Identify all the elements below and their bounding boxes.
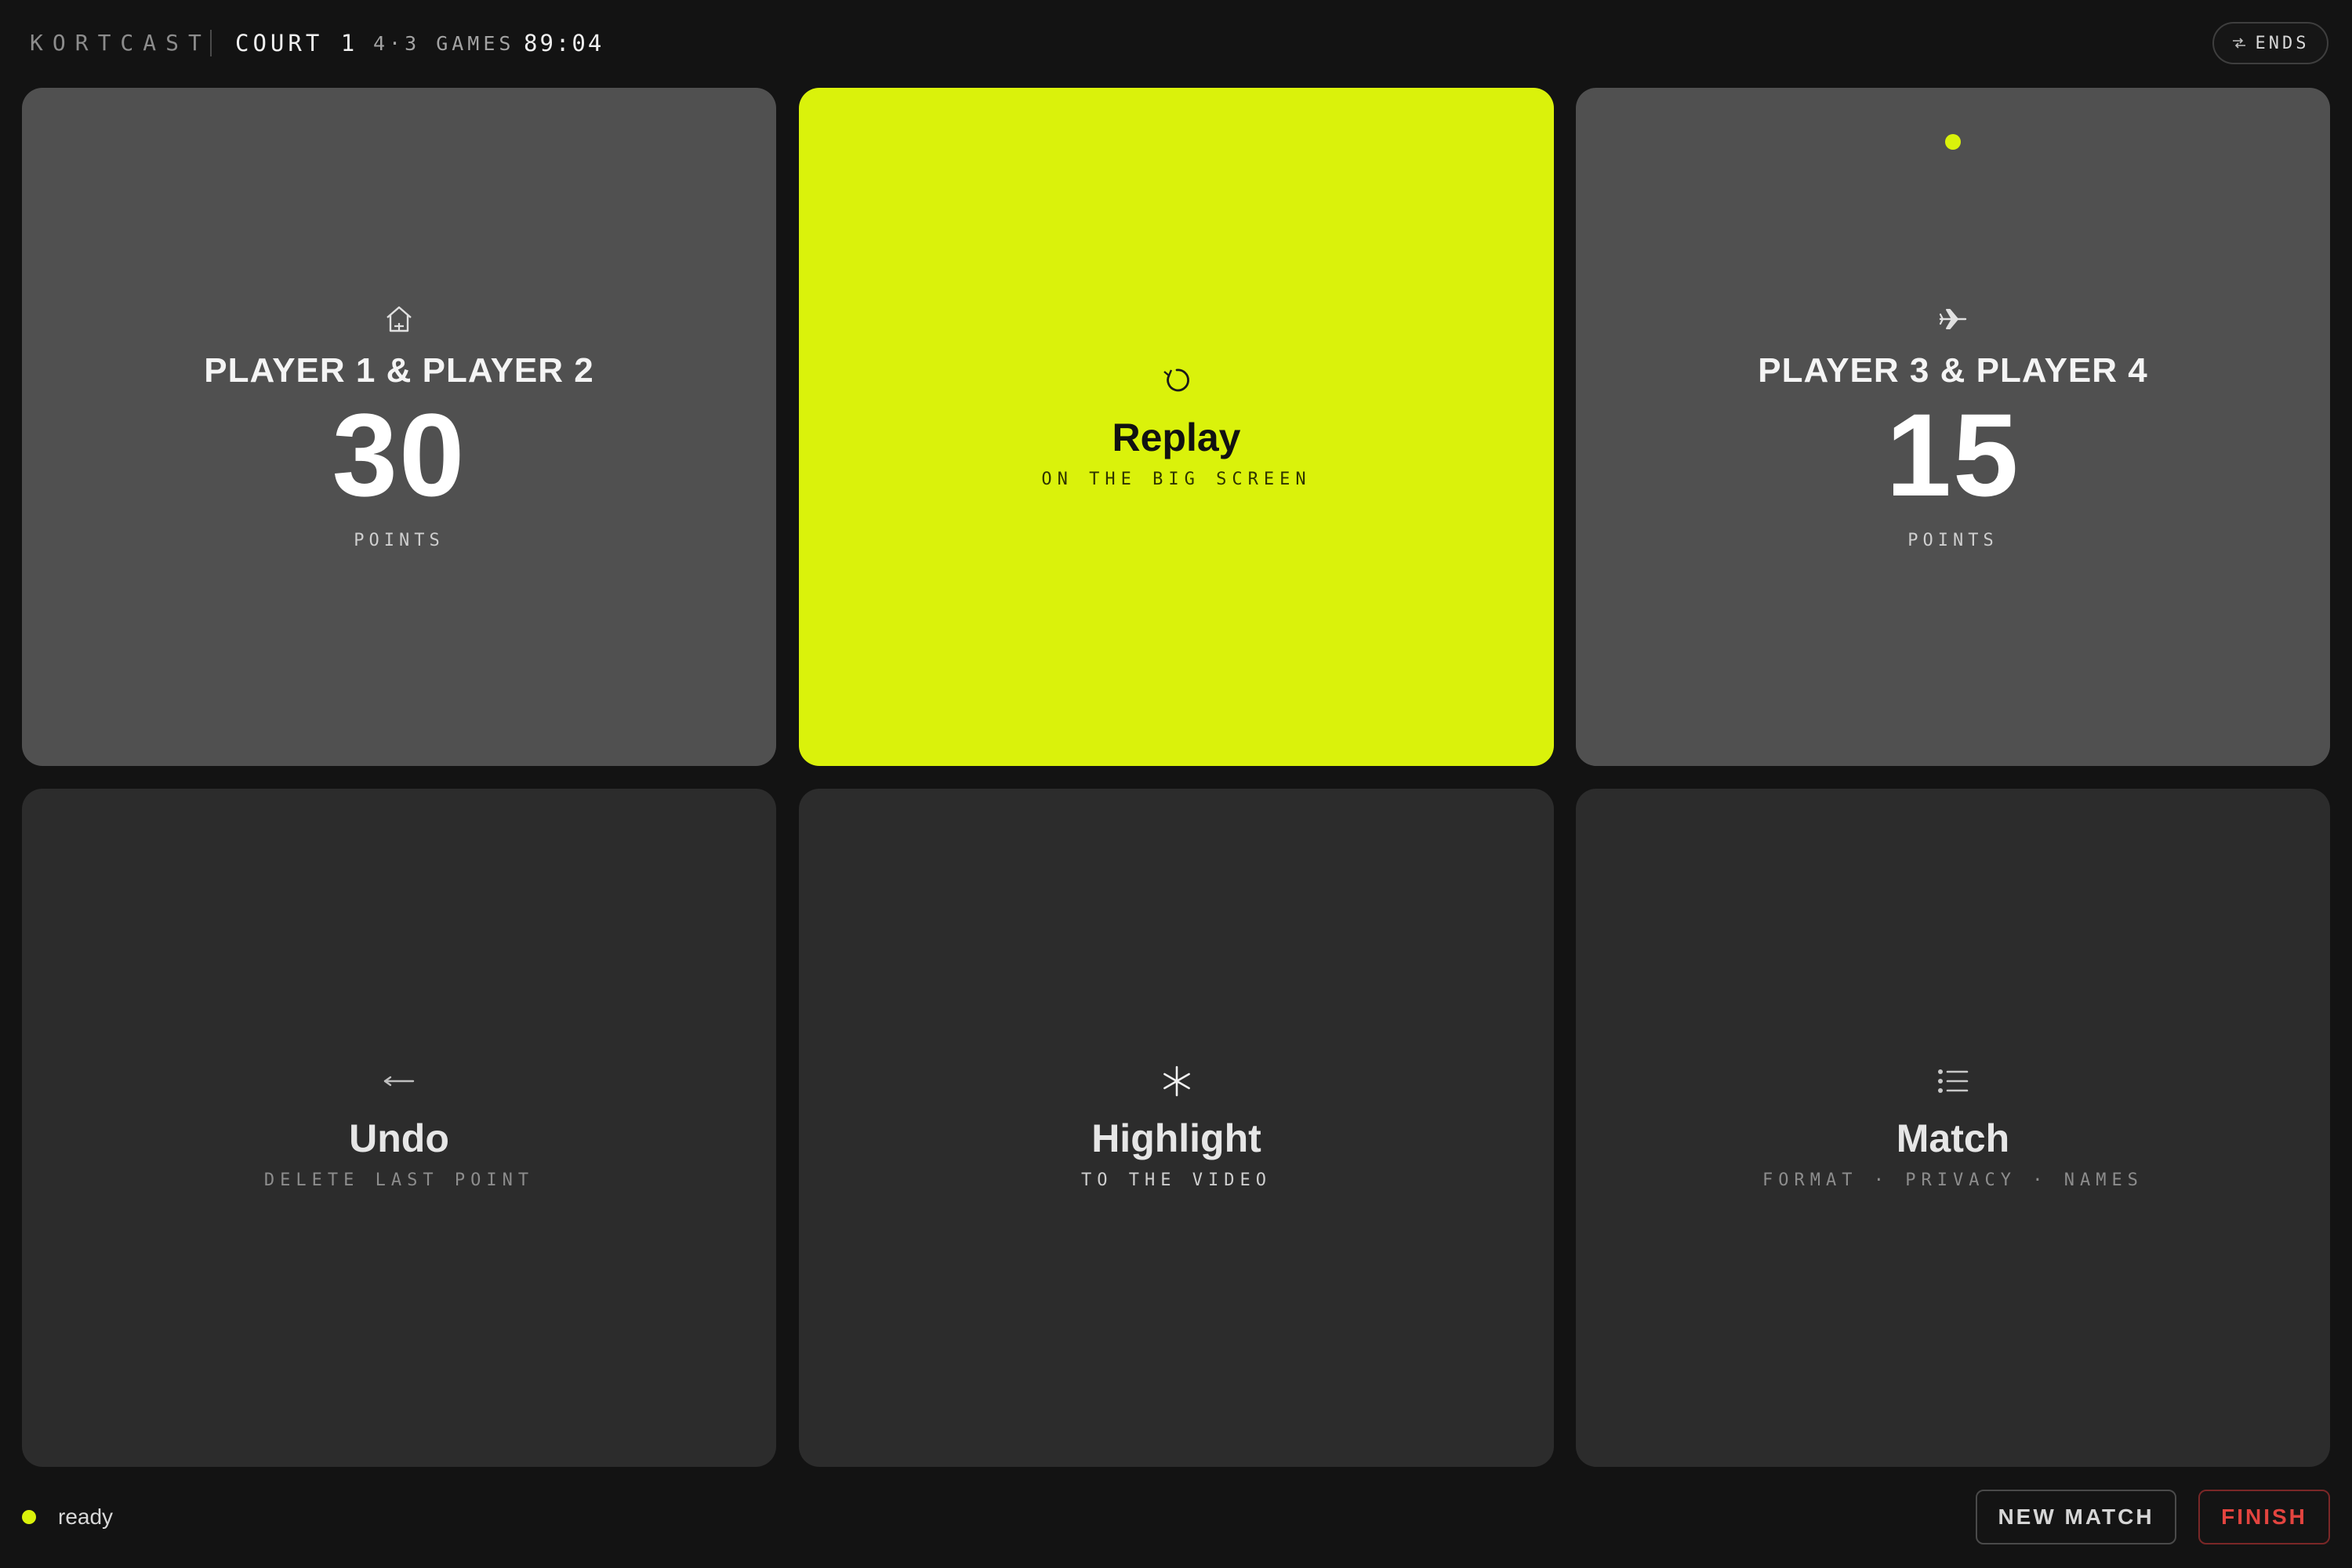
undo-subtitle: DELETE LAST POINT: [263, 1170, 535, 1190]
highlight-title: Highlight: [1091, 1116, 1261, 1160]
team1-score-unit: POINTS: [354, 530, 445, 550]
replay-title: Replay: [1112, 415, 1241, 459]
switch-ends-button[interactable]: ENDS: [2212, 22, 2328, 64]
list-icon: [1938, 1069, 1969, 1093]
highlight-subtitle: TO THE VIDEO: [1081, 1170, 1272, 1190]
highlight-tile[interactable]: Highlight TO THE VIDEO: [799, 789, 1554, 1467]
match-subtitle: FORMAT · PRIVACY · NAMES: [1762, 1170, 2143, 1190]
team1-score: 30: [332, 388, 466, 521]
switch-ends-label: ENDS: [2255, 33, 2310, 53]
home-icon: [387, 306, 412, 332]
court-label: COURT 1: [235, 30, 359, 56]
undo-tile[interactable]: Undo DELETE LAST POINT: [22, 789, 776, 1467]
serve-indicator: [1945, 134, 1961, 150]
team1-score-tile[interactable]: PLAYER 1 & PLAYER 2 30 POINTS: [22, 88, 776, 766]
replay-subtitle: ON THE BIG SCREEN: [1041, 469, 1312, 489]
team2-name: PLAYER 3 & PLAYER 4: [1758, 350, 2148, 390]
asterisk-icon: [1163, 1065, 1190, 1096]
back-arrow-icon: [383, 1076, 415, 1086]
status-text: ready: [58, 1504, 114, 1529]
brand-logo: KORTCAST: [30, 30, 211, 56]
swap-icon: [2232, 38, 2245, 49]
top-bar: KORTCAST COURT 1 4·3 GAMES 89:04 ENDS: [0, 0, 2352, 86]
finish-button[interactable]: FINISH: [2198, 1490, 2330, 1544]
team1-name: PLAYER 1 & PLAYER 2: [204, 350, 594, 390]
replay-tile[interactable]: Replay ON THE BIG SCREEN: [799, 88, 1554, 766]
new-match-button[interactable]: NEW MATCH: [1976, 1490, 2176, 1544]
team2-score-tile[interactable]: PLAYER 3 & PLAYER 4 15 POINTS: [1576, 88, 2330, 766]
status-indicator: [22, 1510, 36, 1524]
team2-score-unit: POINTS: [1907, 530, 1998, 550]
match-title: Match: [1896, 1116, 2010, 1160]
team2-score: 15: [1886, 388, 2020, 521]
replay-icon: [1163, 368, 1189, 391]
match-clock: 89:04: [524, 30, 604, 56]
games-score: 4·3 GAMES: [373, 32, 515, 55]
undo-title: Undo: [349, 1116, 449, 1160]
brand-divider: [210, 30, 212, 56]
plane-icon: [1939, 308, 1967, 329]
match-settings-tile[interactable]: Match FORMAT · PRIVACY · NAMES: [1576, 789, 2330, 1467]
